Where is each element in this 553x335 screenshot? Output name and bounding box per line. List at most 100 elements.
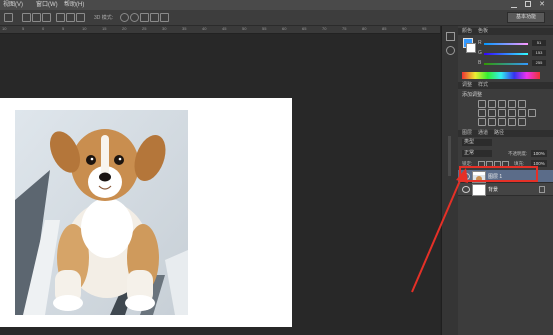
adjustment-icons-grid	[478, 100, 538, 128]
layer-name: 背景	[488, 187, 499, 193]
align-right-icon[interactable]	[42, 13, 51, 22]
tab-layers[interactable]: 图层	[462, 130, 472, 137]
visibility-eye-icon[interactable]	[462, 186, 470, 193]
blue-slider[interactable]	[484, 63, 528, 65]
green-channel-row: G 153	[462, 50, 550, 57]
tab-channels[interactable]: 通道	[478, 130, 488, 137]
tab-styles[interactable]: 样式	[478, 82, 488, 89]
ruler-tick-label: 15	[102, 26, 107, 31]
ruler-tick-label: 70	[322, 26, 327, 31]
distribute-bottom-icon[interactable]	[76, 13, 85, 22]
layer-thumbnail	[472, 184, 486, 196]
blue-value[interactable]: 255	[532, 60, 546, 66]
ruler-tick-label: 0	[42, 26, 45, 31]
close-icon[interactable]: ✕	[539, 0, 545, 9]
ruler-tick-label: 30	[162, 26, 167, 31]
workspace-select[interactable]: 基本功能	[507, 12, 545, 23]
vertical-scrollbar[interactable]	[448, 136, 451, 176]
adjustment-icon[interactable]	[478, 118, 486, 126]
3d-roll-icon[interactable]	[130, 13, 139, 22]
highlight-box	[459, 166, 538, 182]
opacity-value[interactable]: 100%	[531, 150, 547, 157]
adjustment-icon[interactable]	[488, 109, 496, 117]
collapsed-panel-strip	[441, 26, 458, 335]
color-panel-tabs: 颜色 色板	[458, 28, 553, 35]
ruler-tick-label: 60	[282, 26, 287, 31]
menu-bar: 视图(V) 窗口(W) 帮助(H) ✕	[0, 0, 553, 10]
ruler-tick-label: 25	[142, 26, 147, 31]
adjustments-panel-tabs: 调整 样式	[458, 82, 553, 89]
red-slider[interactable]	[484, 43, 528, 45]
ruler-tick-label: 10	[2, 26, 7, 31]
blue-channel-row: B 255	[462, 60, 550, 67]
adjustment-icon[interactable]	[508, 100, 516, 108]
adjustment-icon[interactable]	[488, 118, 496, 126]
tab-adjustments[interactable]: 调整	[462, 82, 472, 89]
adjustment-icon[interactable]	[518, 100, 526, 108]
tab-color[interactable]: 颜色	[462, 28, 472, 35]
color-spectrum[interactable]	[462, 72, 540, 79]
ruler-tick-label: 95	[422, 26, 427, 31]
ruler-tick-label: 90	[402, 26, 407, 31]
puppy-photo	[15, 110, 188, 315]
opacity-label: 不透明度:	[508, 151, 528, 156]
adjustment-icon[interactable]	[478, 100, 486, 108]
menu-view[interactable]: 视图(V)	[3, 1, 23, 9]
adjustment-icon[interactable]	[508, 118, 516, 126]
adjustment-icon[interactable]	[518, 109, 526, 117]
adjustment-icon[interactable]	[498, 100, 506, 108]
minimize-icon[interactable]	[511, 1, 517, 8]
ruler-tick-label: 45	[222, 26, 227, 31]
red-channel-row: R 51	[462, 40, 550, 47]
distribute-top-icon[interactable]	[56, 13, 65, 22]
options-bar: 3D 模式: 基本功能	[0, 10, 553, 26]
red-value[interactable]: 51	[532, 40, 546, 46]
green-channel-label: G	[478, 50, 482, 56]
3d-mode-label: 3D 模式:	[94, 15, 114, 21]
layer-kind-filter[interactable]: 类型	[462, 139, 492, 146]
3d-pan-icon[interactable]	[140, 13, 149, 22]
ruler-tick-label: 40	[202, 26, 207, 31]
3d-rotate-icon[interactable]	[120, 13, 129, 22]
ruler-tick-label: 10	[82, 26, 87, 31]
ruler-tick-label: 5	[62, 26, 65, 31]
align-center-icon[interactable]	[32, 13, 41, 22]
menu-window[interactable]: 窗口(W)	[36, 1, 58, 9]
distribute-middle-icon[interactable]	[66, 13, 75, 22]
adjustment-icon[interactable]	[478, 109, 486, 117]
adjustment-icon[interactable]	[528, 109, 536, 117]
tab-swatches[interactable]: 色板	[478, 28, 488, 35]
ruler-tick-label: 75	[342, 26, 347, 31]
ruler-tick-label: 5	[22, 26, 25, 31]
adjustment-icon[interactable]	[488, 100, 496, 108]
ruler-tick-label: 50	[242, 26, 247, 31]
ruler-tick-label: 20	[122, 26, 127, 31]
tab-paths[interactable]: 路径	[494, 130, 504, 137]
adjustment-icon[interactable]	[518, 118, 526, 126]
maximize-icon[interactable]	[525, 1, 531, 7]
blend-mode-select[interactable]: 正常	[462, 150, 492, 157]
blue-channel-label: B	[478, 60, 482, 66]
3d-scale-icon[interactable]	[160, 13, 169, 22]
red-channel-label: R	[478, 40, 482, 46]
layer-row-background[interactable]: 背景	[458, 183, 553, 196]
ruler-tick-label: 55	[262, 26, 267, 31]
history-icon[interactable]	[446, 32, 455, 41]
ruler-tick-label: 35	[182, 26, 187, 31]
ruler-tick-label: 65	[302, 26, 307, 31]
adjustment-icon[interactable]	[498, 118, 506, 126]
menu-help[interactable]: 帮助(H)	[64, 1, 84, 9]
3d-slide-icon[interactable]	[150, 13, 159, 22]
ruler-top: 10 5 0 5 10 15 20 25 30 35 40 45 50 55 60 65 70 75 80 85 90 9…	[0, 26, 440, 34]
properties-icon[interactable]	[446, 46, 455, 55]
ruler-tick-label: 85	[382, 26, 387, 31]
adjustment-icon[interactable]	[508, 109, 516, 117]
ruler-tick-label: 80	[362, 26, 367, 31]
add-adjustment-title: 添加调整	[462, 92, 483, 98]
tool-preset-icon[interactable]	[4, 13, 13, 22]
layers-panel-tabs: 图层 通道 路径	[458, 130, 553, 137]
green-slider[interactable]	[484, 53, 528, 55]
green-value[interactable]: 153	[532, 50, 546, 56]
adjustment-icon[interactable]	[498, 109, 506, 117]
align-left-icon[interactable]	[22, 13, 31, 22]
